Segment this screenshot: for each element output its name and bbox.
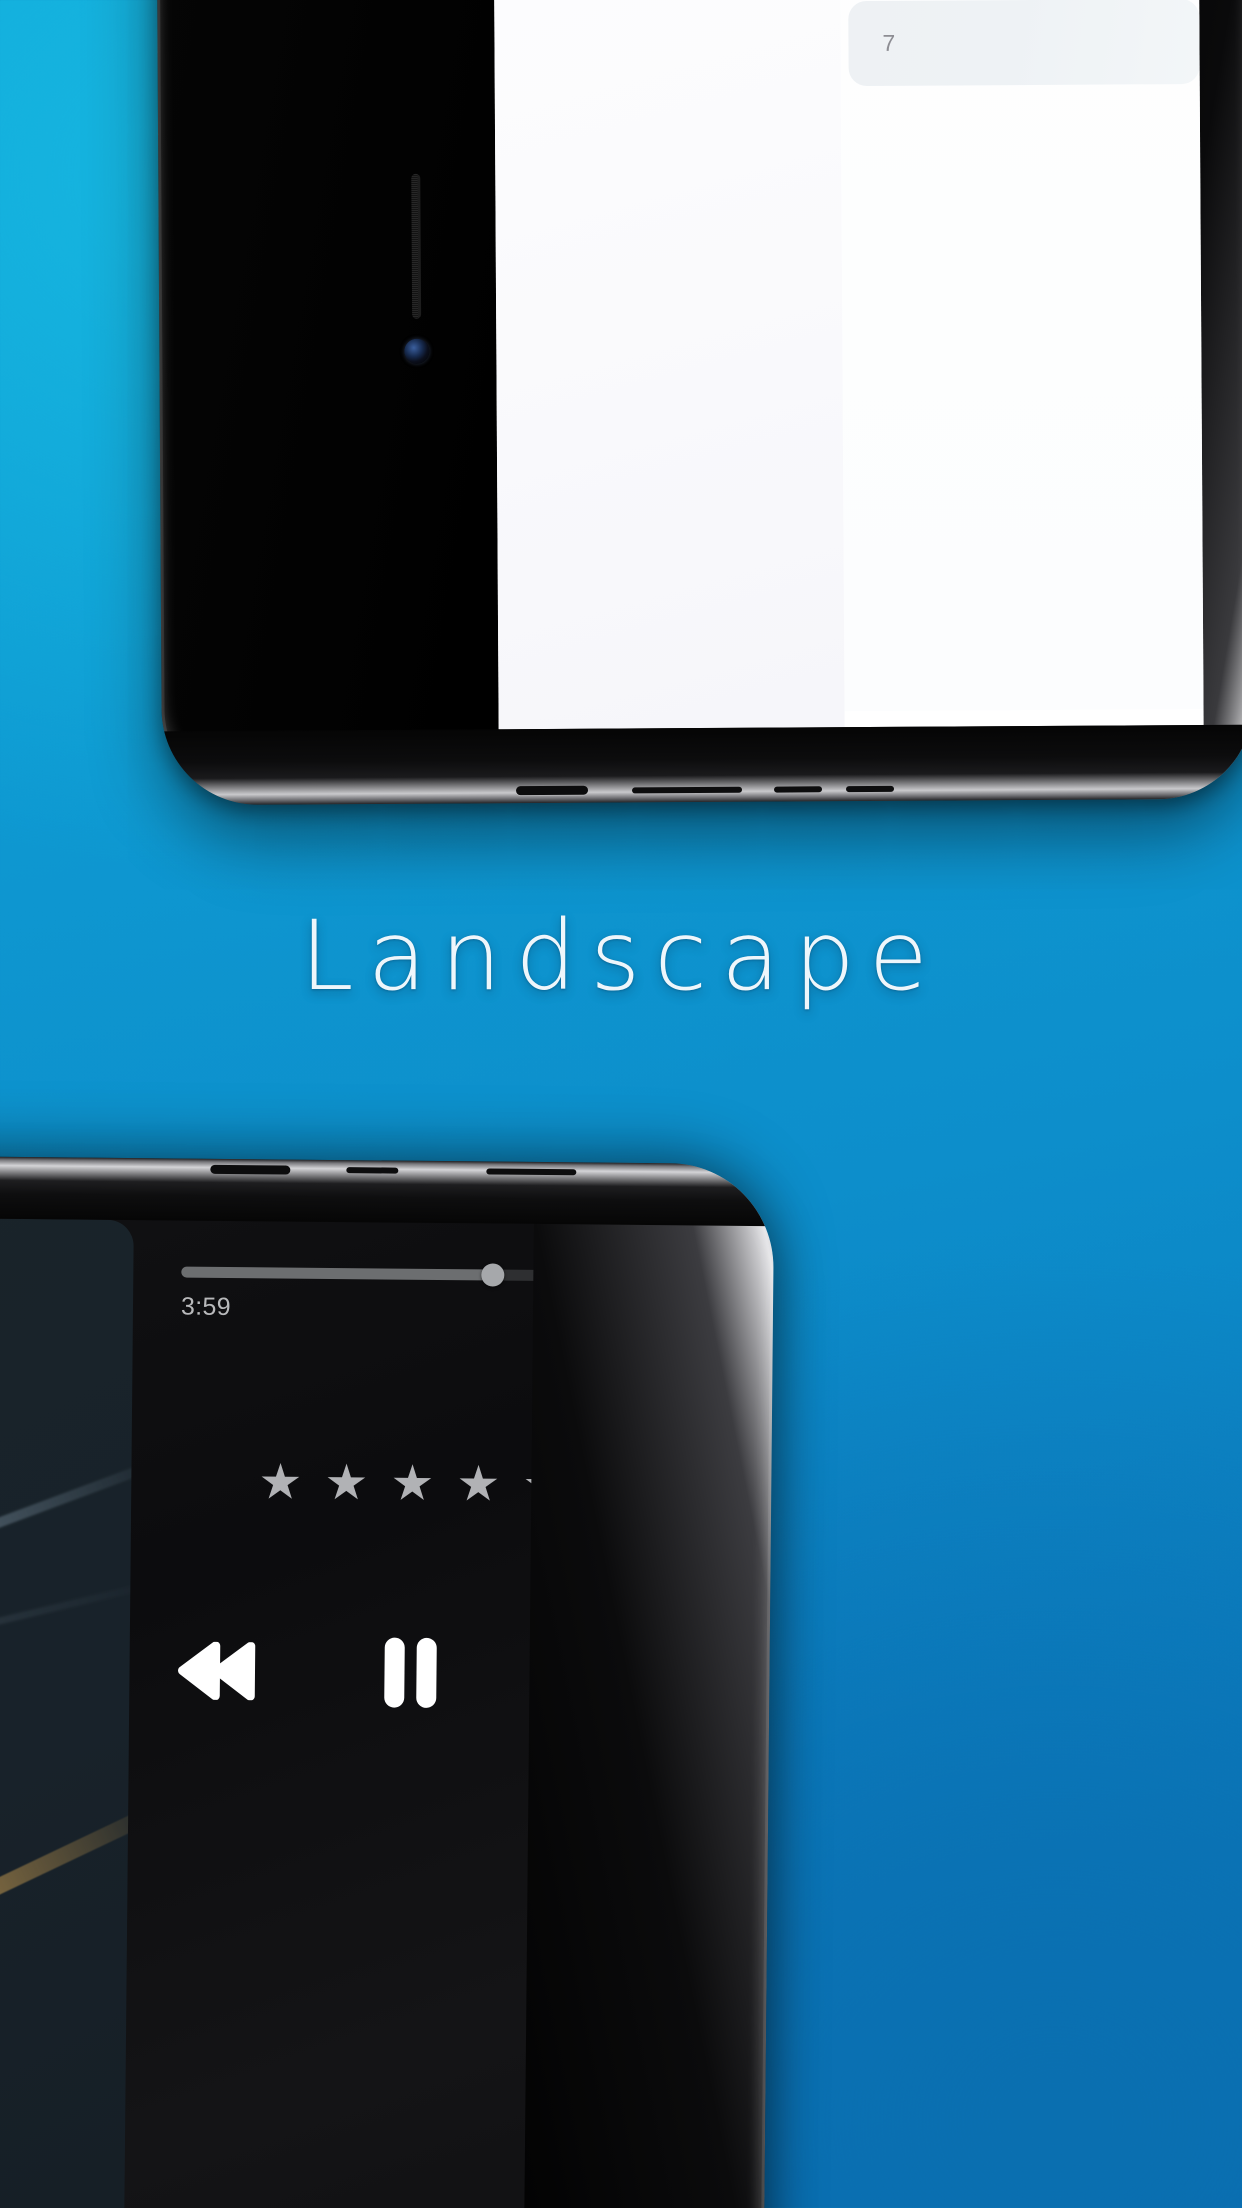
- charging-port-icon: [515, 785, 589, 796]
- now-playing-panel: B R U N O O C E A N S Oceans Bruno Pop: [490, 0, 845, 730]
- rating-stars[interactable]: ★ ★ ★ ★ ★: [179, 1455, 534, 1512]
- track-number: 7: [882, 29, 896, 56]
- seek-bar[interactable]: [181, 1263, 534, 1287]
- time-row: 3:59 -1:58: [181, 1293, 534, 1326]
- bottom-phone-device: 3:59 -1:58 ★ ★ ★ ★ ★: [0, 1151, 775, 2208]
- section-label-landscape: Landscape: [300, 900, 942, 1012]
- star-icon[interactable]: ★: [390, 1457, 434, 1511]
- star-icon[interactable]: ★: [522, 1458, 534, 1512]
- speaker-holes-a: [486, 1168, 577, 1176]
- top-phone-device: B R U N O O C E A N S Oceans Bruno Pop 1…: [153, 0, 1242, 806]
- device-bottom-edge: [161, 724, 1242, 806]
- bottom-phone-screen: 3:59 -1:58 ★ ★ ★ ★ ★: [0, 1214, 534, 2208]
- speaker-holes-a: [632, 786, 743, 794]
- star-icon[interactable]: ★: [324, 1456, 368, 1510]
- top-phone-screen: B R U N O O C E A N S Oceans Bruno Pop 1…: [490, 0, 1204, 730]
- earpiece-speaker-icon: [411, 173, 422, 319]
- star-icon[interactable]: ★: [456, 1457, 500, 1511]
- elapsed-time: 3:59: [180, 1292, 231, 1322]
- track-row[interactable]: 7: [848, 0, 1200, 87]
- rewind-button[interactable]: [177, 1641, 256, 1701]
- speaker-holes-b: [346, 1167, 399, 1174]
- device-top-edge: [0, 1151, 775, 1227]
- cover-line-3: [0, 1453, 134, 1708]
- cover-line-1: [0, 1795, 134, 2137]
- speaker-holes-b: [774, 786, 823, 793]
- play-pause-button[interactable]: [381, 1635, 440, 1710]
- speaker-holes-c: [846, 785, 895, 793]
- seek-knob[interactable]: [481, 1263, 505, 1287]
- transport-controls: [177, 1634, 534, 1712]
- star-icon[interactable]: ★: [258, 1455, 302, 1509]
- charging-port-icon: [210, 1164, 291, 1175]
- album-cover-art[interactable]: [0, 1214, 134, 2208]
- cover-line-4: [0, 1577, 134, 1734]
- front-camera-icon: [404, 338, 430, 364]
- track-list[interactable]: 1I'll Be Gone2See You Later3Time4Think A…: [836, 0, 1204, 712]
- player-panel: 3:59 -1:58 ★ ★ ★ ★ ★: [122, 1220, 534, 2208]
